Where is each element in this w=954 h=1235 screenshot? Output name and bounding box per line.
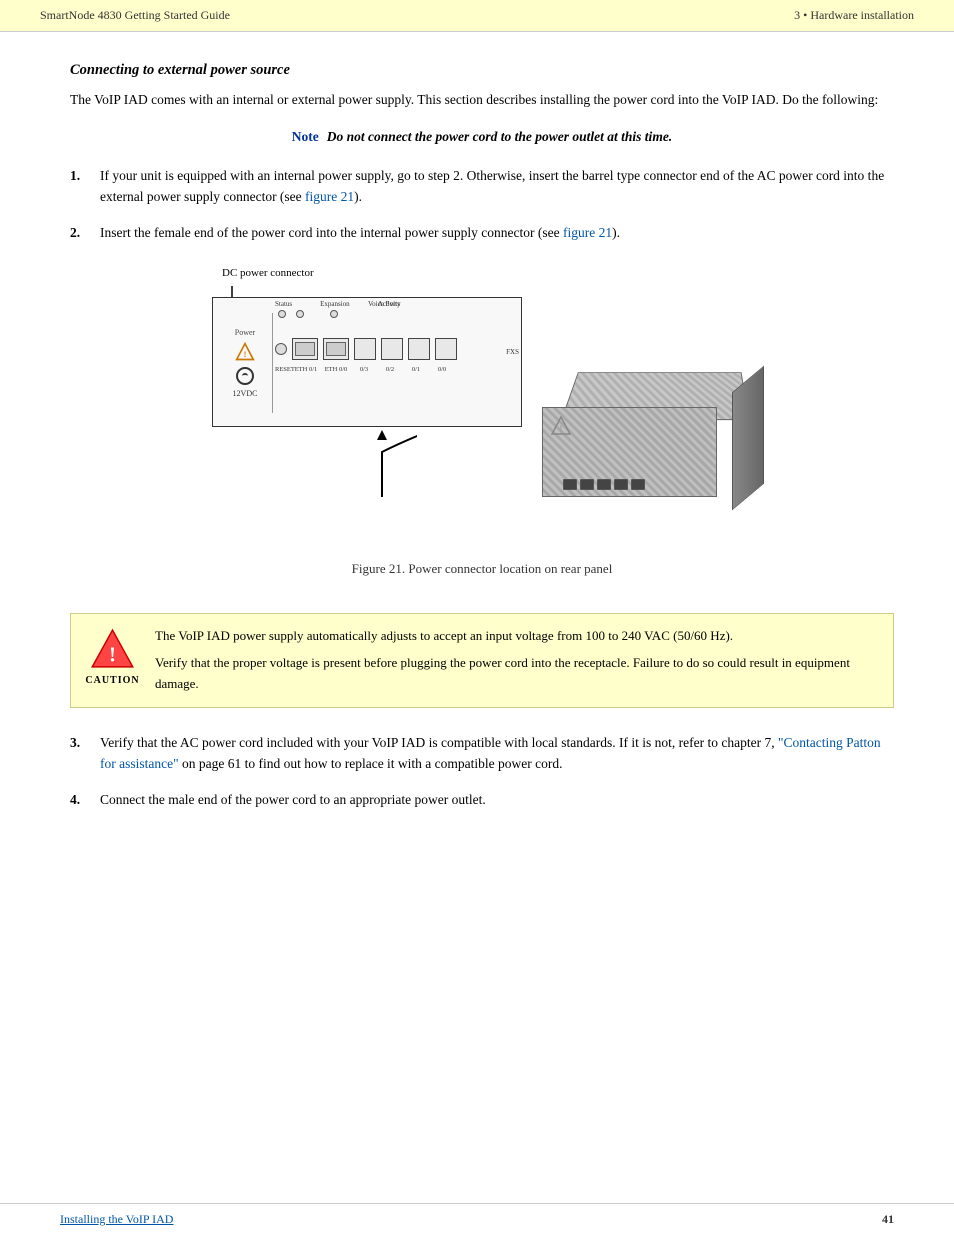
power-connector-icon bbox=[236, 367, 254, 385]
step-1-content: If your unit is equipped with an interna… bbox=[100, 165, 894, 208]
led-row bbox=[278, 310, 338, 318]
eth-port-2 bbox=[323, 338, 349, 360]
expansion-label: Expansion bbox=[320, 300, 350, 308]
device-3d: ! bbox=[542, 367, 762, 517]
step-4: 4. Connect the male end of the power cor… bbox=[70, 789, 894, 811]
d-port-2 bbox=[580, 479, 594, 490]
led-2 bbox=[296, 310, 304, 318]
figure-area: DC power connector Power ! bbox=[70, 267, 894, 597]
dc-connector-label: DC power connector bbox=[222, 267, 314, 279]
led-1 bbox=[278, 310, 286, 318]
port-labels-row: RESET ETH 0/1 ETH 0/0 0/3 0/2 0/1 0/0 bbox=[275, 366, 453, 373]
step-2: 2. Insert the female end of the power co… bbox=[70, 222, 894, 244]
note-label: Note bbox=[292, 129, 319, 145]
step-2-text-after: ). bbox=[612, 225, 620, 240]
voice-ports-label: Voice Ports bbox=[368, 300, 400, 308]
device-port-row bbox=[563, 479, 645, 490]
step-1-num: 1. bbox=[70, 165, 90, 208]
power-inner bbox=[242, 373, 248, 379]
caution-paragraph-2: Verify that the proper voltage is presen… bbox=[155, 653, 879, 695]
power-label: Power bbox=[235, 328, 255, 337]
voice-port-4 bbox=[435, 338, 457, 360]
header-bullet: • bbox=[803, 8, 807, 22]
p01-label: 0/1 bbox=[405, 366, 427, 373]
step-4-content: Connect the male end of the power cord t… bbox=[100, 789, 894, 811]
arrow-to-device bbox=[347, 422, 417, 502]
power-section: Power ! 12VDC bbox=[218, 313, 273, 413]
eth01-label: ETH 0/1 bbox=[293, 366, 319, 373]
front-panel: Power ! 12VDC Status Expansion bbox=[212, 297, 522, 427]
step-1-link[interactable]: figure 21 bbox=[305, 189, 354, 204]
d-port-5 bbox=[631, 479, 645, 490]
step-2-content: Insert the female end of the power cord … bbox=[100, 222, 894, 244]
d-port-3 bbox=[597, 479, 611, 490]
step-2-text-before: Insert the female end of the power cord … bbox=[100, 225, 563, 240]
step-3-num: 3. bbox=[70, 732, 90, 775]
footer-page-number: 41 bbox=[882, 1212, 894, 1227]
header-right-text: 3 • Hardware installation bbox=[794, 8, 914, 23]
p00-label: 0/0 bbox=[431, 366, 453, 373]
steps-list: 1. If your unit is equipped with an inte… bbox=[70, 165, 894, 244]
caution-triangle-icon: ! bbox=[90, 626, 135, 671]
vdc-label: 12VDC bbox=[233, 389, 258, 398]
eth-port-2-inner bbox=[326, 342, 346, 356]
note-box: Note Do not connect the power cord to th… bbox=[70, 129, 894, 145]
d-port-4 bbox=[614, 479, 628, 490]
led-3 bbox=[330, 310, 338, 318]
device-warning-icon: ! bbox=[551, 416, 571, 436]
eth-port-1-inner bbox=[295, 342, 315, 356]
status-label: Status bbox=[275, 300, 292, 308]
steps-after-list: 3. Verify that the AC power cord include… bbox=[70, 732, 894, 811]
header-left-text: SmartNode 4830 Getting Started Guide bbox=[40, 8, 230, 23]
voice-port-2 bbox=[381, 338, 403, 360]
step-1: 1. If your unit is equipped with an inte… bbox=[70, 165, 894, 208]
figure-diagram: DC power connector Power ! bbox=[192, 267, 772, 547]
warning-triangle-icon: ! bbox=[234, 341, 256, 363]
main-content: Connecting to external power source The … bbox=[0, 32, 954, 875]
reset-port-label: RESET bbox=[275, 366, 289, 373]
chapter-num: 3 bbox=[794, 8, 800, 22]
svg-text:!: ! bbox=[244, 350, 247, 359]
svg-text:!: ! bbox=[109, 643, 116, 667]
intro-text: The VoIP IAD comes with an internal or e… bbox=[70, 89, 894, 111]
reset-button bbox=[275, 343, 287, 355]
note-text: Do not connect the power cord to the pow… bbox=[327, 129, 672, 145]
caution-text: The VoIP IAD power supply automatically … bbox=[155, 626, 879, 694]
chapter-title: Hardware installation bbox=[810, 8, 914, 22]
step-3-content: Verify that the AC power cord included w… bbox=[100, 732, 894, 775]
p03-label: 0/3 bbox=[353, 366, 375, 373]
header-bar: SmartNode 4830 Getting Started Guide 3 •… bbox=[0, 0, 954, 32]
device-front-face: ! bbox=[542, 407, 717, 497]
caution-icon-area: ! CAUTION bbox=[85, 626, 140, 686]
footer-bar: Installing the VoIP IAD 41 bbox=[0, 1203, 954, 1235]
section-heading: Connecting to external power source bbox=[70, 62, 894, 79]
caution-box: ! CAUTION The VoIP IAD power supply auto… bbox=[70, 613, 894, 707]
step-1-text-before: If your unit is equipped with an interna… bbox=[100, 168, 884, 205]
step-3-text-before: Verify that the AC power cord included w… bbox=[100, 735, 778, 750]
step-3-text-after: on page 61 to find out how to replace it… bbox=[179, 756, 563, 771]
footer-left-link[interactable]: Installing the VoIP IAD bbox=[60, 1212, 173, 1227]
d-port-1 bbox=[563, 479, 577, 490]
device-side-face bbox=[732, 366, 764, 511]
step-2-link[interactable]: figure 21 bbox=[563, 225, 612, 240]
fxs-label: FXS bbox=[506, 348, 519, 356]
caution-label: CAUTION bbox=[85, 675, 139, 686]
figure-caption: Figure 21. Power connector location on r… bbox=[352, 561, 613, 577]
step-4-text: Connect the male end of the power cord t… bbox=[100, 792, 486, 807]
step-2-num: 2. bbox=[70, 222, 90, 244]
step-4-num: 4. bbox=[70, 789, 90, 811]
eth00-label: ETH 0/0 bbox=[323, 366, 349, 373]
svg-text:!: ! bbox=[560, 424, 563, 433]
caution-paragraph-1: The VoIP IAD power supply automatically … bbox=[155, 626, 879, 647]
eth-port-1 bbox=[292, 338, 318, 360]
ports-row bbox=[275, 338, 457, 360]
step-1-text-after: ). bbox=[354, 189, 362, 204]
step-3: 3. Verify that the AC power cord include… bbox=[70, 732, 894, 775]
voice-port-1 bbox=[354, 338, 376, 360]
p02-label: 0/2 bbox=[379, 366, 401, 373]
voice-port-3 bbox=[408, 338, 430, 360]
